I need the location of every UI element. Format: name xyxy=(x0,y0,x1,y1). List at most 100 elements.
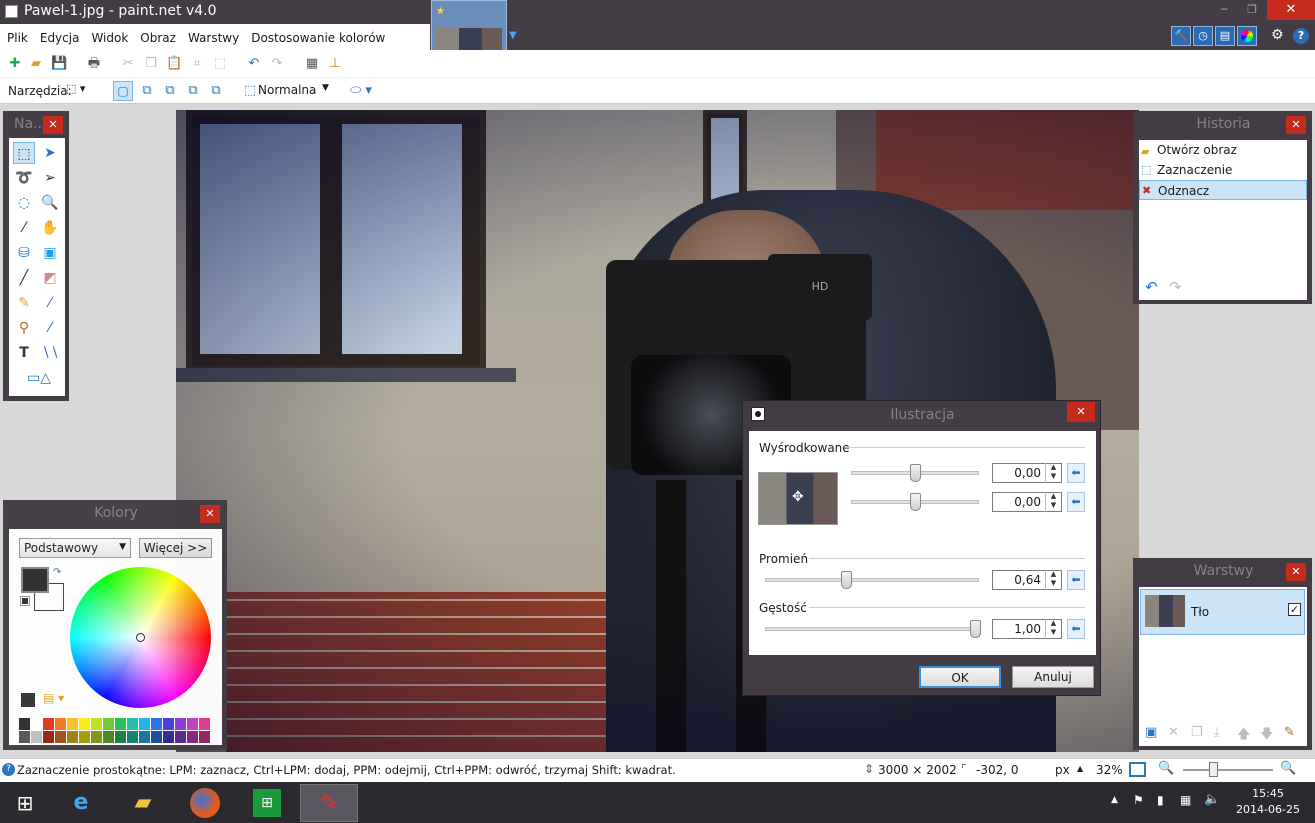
move-selected-tool-icon[interactable]: ➤ xyxy=(39,142,61,164)
tray-chevron-icon[interactable]: ▲ xyxy=(1111,795,1118,805)
pan-tool-icon[interactable]: ✋ xyxy=(39,217,61,239)
paint-bucket-tool-icon[interactable]: ⛁ xyxy=(13,242,35,264)
crop-icon[interactable]: ⌗ xyxy=(189,56,205,72)
radius-spinner[interactable]: ▲ ▼ xyxy=(1045,570,1061,590)
palette-swatch[interactable] xyxy=(67,731,78,743)
more-colors-button[interactable]: Więcej >> xyxy=(139,538,212,558)
dialog-close-icon[interactable]: ✕ xyxy=(1067,402,1095,422)
menu-view[interactable]: Widok xyxy=(84,24,133,45)
clone-stamp-tool-icon[interactable]: ⚲ xyxy=(13,317,35,339)
palette-swatch[interactable] xyxy=(139,718,150,730)
reset-colors-icon[interactable] xyxy=(20,596,30,606)
color-wheel-cursor[interactable] xyxy=(136,633,145,642)
palette-swatch[interactable] xyxy=(151,718,162,730)
tools-panel-close-icon[interactable]: ✕ xyxy=(43,116,63,134)
start-button-icon[interactable]: ⊞ xyxy=(3,784,47,822)
clock-date[interactable]: 2014-06-25 xyxy=(1236,803,1300,816)
menu-adjustments[interactable]: Dostosowanie kolorów xyxy=(244,24,390,45)
gradient-tool-icon[interactable]: ▣ xyxy=(39,242,61,264)
palette-swatch[interactable] xyxy=(91,731,102,743)
new-file-icon[interactable]: ✚ xyxy=(7,56,23,72)
volume-icon[interactable]: 🔈 xyxy=(1204,792,1220,807)
grid-icon[interactable]: ▦ xyxy=(304,56,320,72)
center-y-reset-icon[interactable]: ⬅ xyxy=(1067,492,1085,512)
palette-swatch[interactable] xyxy=(163,718,174,730)
primary-color-swatch[interactable] xyxy=(21,567,49,593)
ok-button[interactable]: OK xyxy=(919,666,1001,688)
add-color-icon[interactable] xyxy=(21,693,35,707)
palette-swatch[interactable] xyxy=(175,718,186,730)
cancel-button[interactable]: Anuluj xyxy=(1012,666,1094,688)
help-icon[interactable]: ? xyxy=(1293,28,1309,44)
minimize-button[interactable]: ─ xyxy=(1210,0,1238,20)
color-wheel[interactable] xyxy=(70,567,211,708)
paintbrush-tool-icon[interactable]: ╱ xyxy=(13,267,35,289)
firefox-icon[interactable] xyxy=(183,784,227,822)
zoom-in-icon[interactable]: 🔍 xyxy=(1280,761,1296,776)
center-crosshair-icon[interactable]: ✥ xyxy=(792,489,804,505)
selection-xor-icon[interactable]: ⧉ xyxy=(208,83,224,99)
radius-slider[interactable] xyxy=(841,571,852,589)
palette-swatch[interactable] xyxy=(19,731,30,743)
color-picker-tool-icon[interactable]: ⁄ xyxy=(39,292,61,314)
palette-menu-icon[interactable]: ▤ ▾ xyxy=(43,691,64,705)
density-track[interactable] xyxy=(765,627,979,631)
rectangle-select-tool-icon[interactable]: ⬚ xyxy=(13,142,35,164)
palette-swatch[interactable] xyxy=(31,718,42,730)
history-window-toggle-icon[interactable]: ◷ xyxy=(1193,26,1213,46)
swap-colors-icon[interactable]: ↷ xyxy=(53,567,61,578)
palette-swatch[interactable] xyxy=(115,718,126,730)
delete-layer-icon[interactable]: ✕ xyxy=(1168,725,1179,740)
selection-replace-icon[interactable]: ▢ xyxy=(113,81,133,101)
layer-properties-icon[interactable]: ✎ xyxy=(1284,725,1295,740)
colors-window-toggle-icon[interactable] xyxy=(1237,26,1257,46)
pencil-tool-icon[interactable]: ✎ xyxy=(13,292,35,314)
history-item[interactable]: ▰ Otwórz obraz xyxy=(1139,140,1307,160)
palette-swatch[interactable] xyxy=(79,731,90,743)
palette-swatch[interactable] xyxy=(115,731,126,743)
palette-swatch[interactable] xyxy=(43,731,54,743)
eraser-tool-icon[interactable]: ◩ xyxy=(39,267,61,289)
radius-reset-icon[interactable]: ⬅ xyxy=(1067,570,1085,590)
print-icon[interactable]: 🖶 xyxy=(86,56,102,72)
duplicate-layer-icon[interactable]: ❐ xyxy=(1191,725,1203,740)
center-x-spinner[interactable]: ▲ ▼ xyxy=(1045,463,1061,483)
palette-swatch[interactable] xyxy=(139,731,150,743)
palette-swatch[interactable] xyxy=(67,718,78,730)
palette-swatch[interactable] xyxy=(187,718,198,730)
selection-exclude-icon[interactable]: ⧉ xyxy=(162,83,178,99)
density-spinner[interactable]: ▲ ▼ xyxy=(1045,619,1061,639)
palette-swatch[interactable] xyxy=(55,731,66,743)
image-list-dropdown-icon[interactable]: ▼ xyxy=(509,30,517,41)
palette-swatch[interactable] xyxy=(43,718,54,730)
palette-swatch[interactable] xyxy=(103,718,114,730)
layers-panel-close-icon[interactable]: ✕ xyxy=(1286,563,1306,581)
density-reset-icon[interactable]: ⬅ xyxy=(1067,619,1085,639)
shapes-tool-icon[interactable]: ▭△ xyxy=(23,367,55,389)
menu-file[interactable]: Plik xyxy=(0,24,33,45)
magic-wand-tool-icon[interactable]: ⁄ xyxy=(13,217,35,239)
move-layer-up-icon[interactable]: 🡅 xyxy=(1237,725,1250,747)
line-curve-tool-icon[interactable]: ∖∖ xyxy=(39,342,61,364)
center-y-slider[interactable] xyxy=(910,493,921,511)
open-file-icon[interactable]: ▰ xyxy=(28,56,44,72)
layer-row[interactable]: Tło ✓ xyxy=(1140,589,1305,635)
antialias-icon[interactable]: ⬭ ▾ xyxy=(346,83,376,99)
action-center-icon[interactable]: ⚑ xyxy=(1133,793,1144,807)
density-slider[interactable] xyxy=(970,620,981,638)
history-undo-icon[interactable]: ↶ xyxy=(1145,278,1158,296)
palette-swatch[interactable] xyxy=(163,731,174,743)
deselect-icon[interactable]: ⬚ xyxy=(212,56,228,72)
move-layer-down-icon[interactable]: 🡇 xyxy=(1260,725,1273,747)
settings-gear-icon[interactable]: ⚙ xyxy=(1271,27,1284,43)
menu-layers[interactable]: Warstwy xyxy=(181,24,244,45)
zoom-out-icon[interactable]: 🔍 xyxy=(1158,761,1174,776)
add-layer-icon[interactable]: ▣ xyxy=(1145,725,1157,740)
paintnet-taskbar-icon[interactable]: ✎ xyxy=(300,784,358,822)
internet-explorer-icon[interactable]: e xyxy=(59,784,103,822)
selection-intersect-icon[interactable]: ⧉ xyxy=(185,83,201,99)
zoom-value[interactable]: 32% xyxy=(1096,763,1123,777)
history-redo-icon[interactable]: ↷ xyxy=(1169,278,1182,296)
zoom-slider-thumb[interactable] xyxy=(1209,762,1218,777)
menu-edit[interactable]: Edycja xyxy=(33,24,85,45)
